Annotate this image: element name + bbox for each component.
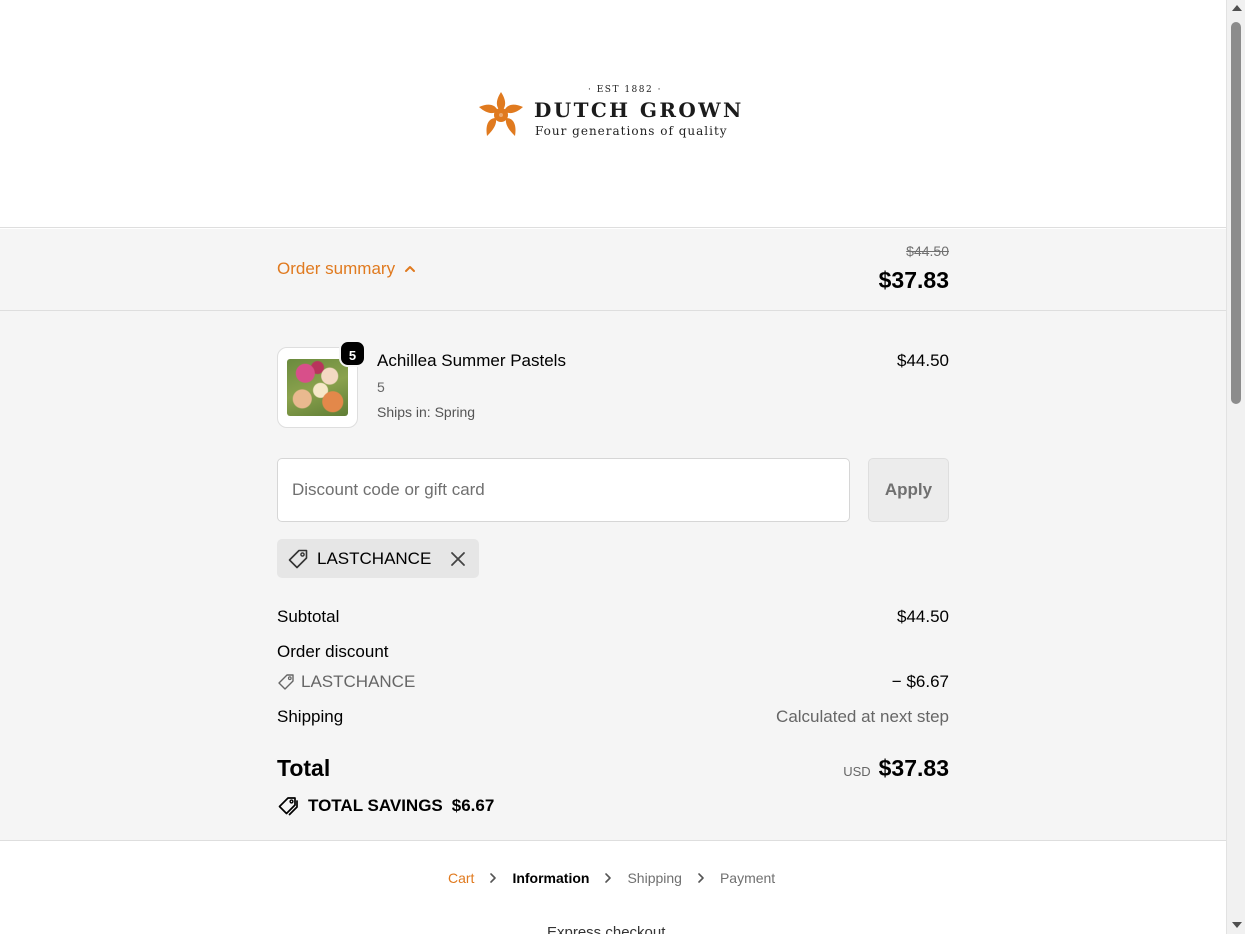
order-summary-bar: Order summary $44.50 $37.83: [0, 229, 1226, 311]
express-checkout-heading: Express checkout: [547, 924, 666, 934]
total-row: Total USD $37.83: [277, 755, 949, 787]
apply-discount-button[interactable]: Apply: [868, 458, 949, 522]
scrollbar-thumb[interactable]: [1231, 22, 1241, 404]
total-value: $37.83: [878, 755, 949, 781]
order-discount-row: Order discount: [277, 640, 949, 670]
breadcrumb-payment: Payment: [719, 870, 776, 886]
discount-form: Apply: [277, 458, 949, 522]
chevron-right-icon: [698, 873, 704, 883]
logo-est-text: · EST 1882 ·: [588, 85, 662, 95]
summary-bar-total: $37.83: [878, 267, 949, 293]
original-price: $44.50: [906, 243, 949, 259]
order-discount-label: Order discount: [277, 642, 389, 661]
scroll-down-arrow-icon[interactable]: [1232, 922, 1242, 928]
total-savings-label: TOTAL SAVINGS: [308, 796, 443, 815]
order-summary-toggle-label: Order summary: [277, 259, 396, 278]
order-discount-value: − $6.67: [891, 672, 949, 691]
product-name: Achillea Summer Pastels: [377, 351, 566, 370]
logo-tagline: Four generations of quality: [535, 124, 728, 138]
order-discount-code: LASTCHANCE: [301, 672, 416, 691]
product-ships-in: Ships in: Spring: [377, 404, 476, 420]
chevron-right-icon: [490, 873, 497, 883]
breadcrumb-shipping: Shipping: [627, 870, 682, 886]
tags-icon: [278, 797, 298, 816]
total-savings-value: $6.67: [451, 796, 495, 815]
product-price: $44.50: [897, 351, 949, 370]
subtotal-row: Subtotal $44.50: [277, 605, 949, 635]
line-item: 5 Achillea Summer Pastels 5 Ships in: Sp…: [277, 340, 949, 431]
chevron-up-icon: [405, 266, 416, 272]
discount-code-input[interactable]: [277, 458, 850, 522]
shipping-label: Shipping: [277, 707, 344, 726]
close-icon[interactable]: [449, 550, 467, 568]
order-discount-code-row: LASTCHANCE − $6.67: [277, 670, 949, 700]
breadcrumb-cart[interactable]: Cart: [448, 870, 474, 886]
product-image: [287, 359, 348, 416]
page-scrollbar[interactable]: [1226, 0, 1245, 934]
logo-brand-name: DUTCH GROWN: [534, 98, 744, 122]
shipping-value: Calculated at next step: [776, 707, 949, 726]
total-savings: TOTAL SAVINGS $6.67: [277, 795, 494, 817]
applied-discount-chip: LASTCHANCE: [277, 539, 480, 578]
product-variant: 5: [377, 379, 385, 395]
total-currency: USD: [843, 764, 871, 779]
chevron-right-icon: [605, 873, 612, 883]
tag-icon: [278, 674, 294, 690]
subtotal-label: Subtotal: [277, 607, 340, 626]
store-logo[interactable]: · EST 1882 · DUTCH GROWN Four generation…: [476, 84, 741, 146]
orange-flower-icon: [479, 92, 523, 136]
quantity-badge: 5: [339, 340, 366, 367]
checkout-page: · EST 1882 · DUTCH GROWN Four generation…: [0, 0, 1226, 934]
total-label: Total: [277, 755, 331, 781]
breadcrumb-information: Information: [512, 870, 590, 886]
cost-breakdown: Subtotal $44.50 Order discount LASTCHANC…: [277, 605, 949, 735]
tag-icon: [288, 549, 308, 568]
applied-discount-code: LASTCHANCE: [317, 548, 432, 568]
scroll-up-arrow-icon[interactable]: [1232, 5, 1242, 11]
checkout-header: · EST 1882 · DUTCH GROWN Four generation…: [0, 0, 1226, 228]
subtotal-value: $44.50: [897, 607, 949, 626]
order-summary-panel: 5 Achillea Summer Pastels 5 Ships in: Sp…: [0, 311, 1226, 841]
order-summary-toggle[interactable]: Order summary: [277, 259, 417, 279]
shipping-row: Shipping Calculated at next step: [277, 705, 949, 735]
checkout-breadcrumb: Cart Information Shipping Payment: [448, 870, 775, 886]
